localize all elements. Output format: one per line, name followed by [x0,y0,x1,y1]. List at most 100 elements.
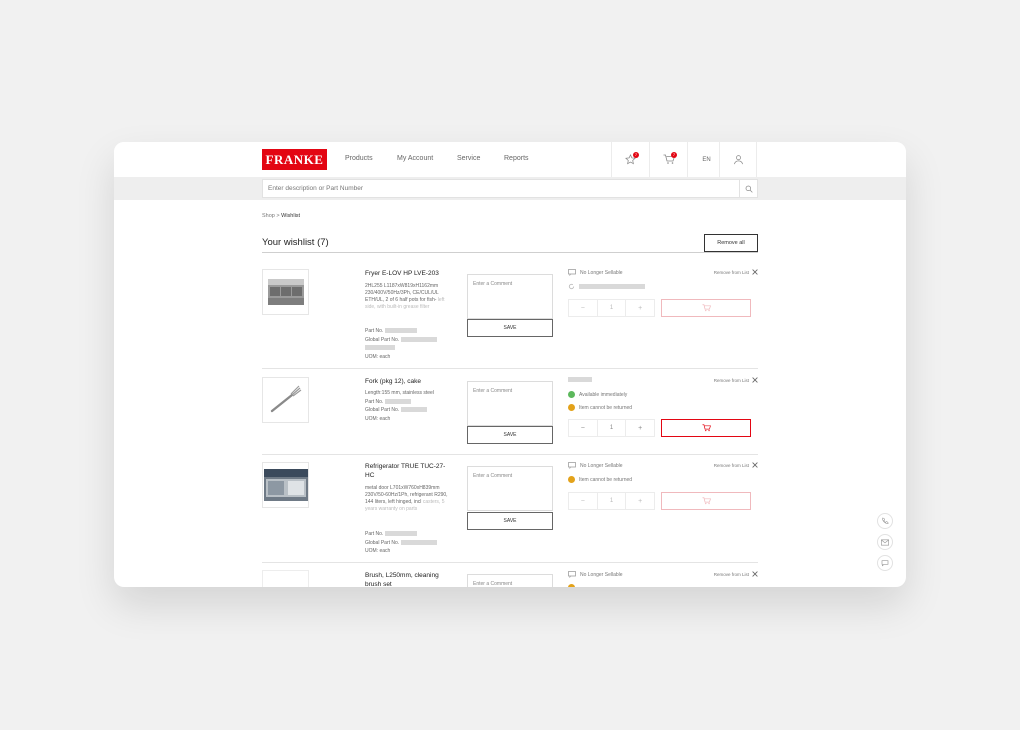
part-info: Part No. Global Part No. UOM: each [365,327,437,361]
product-image[interactable] [262,570,309,587]
remove-from-list[interactable]: Remove from List [714,377,758,383]
search-placeholder: Enter description or Part Number [268,185,364,192]
global-part-no-value [400,539,437,545]
comment-field[interactable]: Enter a Comment [467,466,553,511]
quantity-stepper[interactable]: − 1 + [568,492,655,510]
language-label: EN [702,156,711,163]
save-comment-button[interactable]: SAVE [467,319,553,337]
product-name[interactable]: Refrigerator TRUE TUC-27-HC [365,462,453,480]
uom-label: UOM: each [365,353,391,360]
nav-service[interactable]: Service [457,155,480,162]
item-divider [262,454,758,455]
remove-label: Remove from List [713,377,749,383]
global-part-no-label: Global Part No. [365,336,400,343]
breadcrumb-shop[interactable]: Shop [262,213,275,219]
add-to-cart-button[interactable] [661,492,751,510]
close-icon [752,269,758,275]
quantity-value[interactable]: 1 [596,300,627,316]
minus-button[interactable]: − [569,300,597,316]
remove-all-button[interactable]: Remove all [704,234,758,252]
save-comment-button[interactable]: SAVE [467,512,553,530]
message-icon [568,462,576,469]
check-icon [568,391,575,398]
description-text: 2HL255 L1187xW819xH1162mm 230/400V/50Hz/… [365,283,439,303]
remove-label: Remove from List [713,269,749,275]
search-icon [745,185,753,193]
warning-icon [568,404,575,411]
breadcrumb-separator: > [276,213,280,219]
phone-icon [882,517,889,524]
top-header: FRANKE Products My Account Service Repor… [114,142,906,177]
comment-field[interactable]: Enter a Comment [467,274,553,319]
part-no-value [384,328,417,334]
close-icon [752,571,758,577]
plus-button[interactable]: + [626,420,654,436]
plus-button[interactable]: + [626,300,654,316]
nav-my-account[interactable]: My Account [397,155,433,162]
item-divider [262,562,758,563]
uom-label: UOM: each [365,548,391,554]
search-button[interactable] [739,180,757,197]
nav-reports[interactable]: Reports [504,155,529,162]
product-image[interactable] [262,462,309,508]
chat-button[interactable] [877,555,893,571]
product-image[interactable] [262,377,309,423]
comment-field[interactable]: Enter a Comment [467,574,553,587]
product-name[interactable]: Fork (pkg 12), cake [365,377,453,386]
page-title: Your wishlist (7) [262,237,329,248]
remove-from-list[interactable]: Remove from List [714,571,758,577]
quantity-stepper[interactable]: − 1 + [568,299,655,317]
global-part-no-value [400,336,437,342]
quantity-value[interactable]: 1 [596,420,627,436]
status-label: No Longer Sellable [580,462,623,469]
wishlist-item: Refrigerator TRUE TUC-27-HC metal door L… [262,462,758,563]
quantity-stepper[interactable]: − 1 + [568,419,655,437]
uom-label: UOM: each [365,415,391,422]
minus-button[interactable]: − [569,493,597,509]
email-button[interactable] [877,534,893,550]
quantity-value[interactable]: 1 [596,493,627,509]
product-image[interactable] [262,269,309,315]
remove-from-list[interactable]: Remove from List [714,462,758,468]
part-no-label: Part No. [365,328,384,334]
minus-button[interactable]: − [569,420,597,436]
cart-icon [702,424,711,432]
part-info: Length:155 mm, stainless steel Part No. … [365,389,434,423]
comment-placeholder: Enter a Comment [473,581,513,587]
close-icon [752,462,758,468]
refresh-icon [568,283,575,290]
product-name[interactable]: Brush, L250mm, cleaning brush set [365,571,453,587]
status-available: Available immediately [568,391,627,398]
remove-label: Remove from List [713,462,749,468]
status-not-sellable: No Longer Sellable [568,462,623,469]
wishlist-button[interactable]: 7 [611,142,649,177]
add-to-cart-button[interactable] [661,419,751,437]
account-button[interactable] [719,142,757,177]
franke-logo[interactable]: FRANKE [262,149,327,170]
breadcrumb-current: Wishlist [281,213,301,219]
status-label: Item cannot be returned [579,404,633,411]
comment-field[interactable]: Enter a Comment [467,381,553,426]
comment-placeholder: Enter a Comment [473,473,513,479]
nav-products[interactable]: Products [345,155,373,162]
status-not-sellable: No Longer Sellable [568,571,623,578]
mail-icon [881,539,889,545]
logo-text: FRANKE [265,151,324,167]
cart-button[interactable]: 7 [649,142,687,177]
plus-button[interactable]: + [626,493,654,509]
app-window: FRANKE Products My Account Service Repor… [114,142,906,587]
global-part-no-label: Global Part No. [365,407,400,413]
refrigerator-image [263,469,308,501]
remove-from-list[interactable]: Remove from List [714,269,758,275]
chat-icon [881,560,889,567]
part-no-label: Part No. [365,531,384,537]
message-icon [568,571,576,578]
fryer-image [267,279,304,305]
product-name[interactable]: Fryer E-LOV HP LVE-203 [365,269,453,278]
phone-button[interactable] [877,513,893,529]
comment-placeholder: Enter a Comment [473,388,513,394]
add-to-cart-button[interactable] [661,299,751,317]
save-comment-button[interactable]: SAVE [467,426,553,444]
search-input[interactable]: Enter description or Part Number [262,179,758,198]
part-no-value [384,531,417,537]
